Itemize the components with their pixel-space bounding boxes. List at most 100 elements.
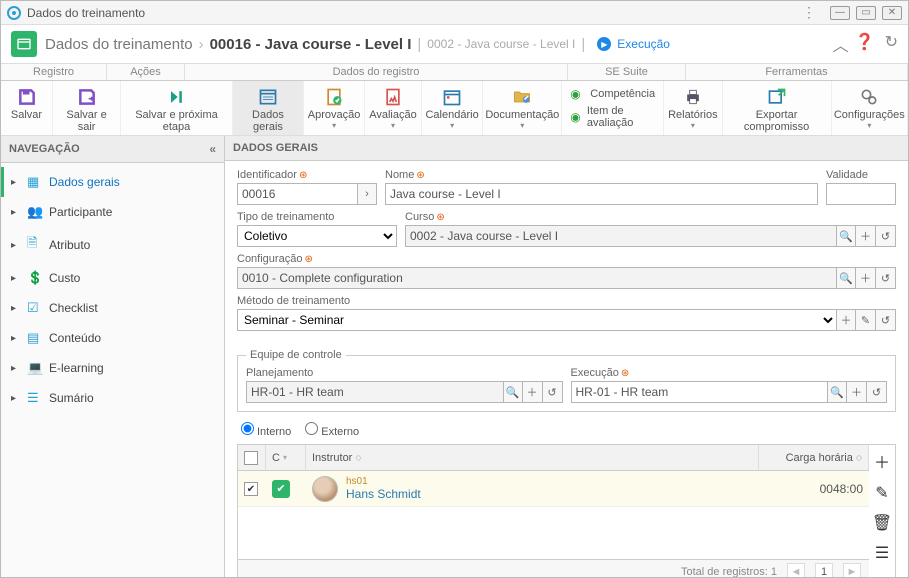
calendar-button[interactable]: Calendário ▾ xyxy=(422,81,484,135)
tipo-select[interactable]: Coletivo xyxy=(237,225,397,247)
edit-row-icon[interactable]: ✎ xyxy=(875,483,888,503)
breadcrumb-sub[interactable]: 0002 - Java course - Level I xyxy=(427,37,575,51)
radio-interno-input[interactable] xyxy=(241,422,254,435)
documentation-button[interactable]: Documentação ▾ xyxy=(483,81,562,135)
clear-icon[interactable]: ↺ xyxy=(867,381,887,403)
identificador-input[interactable]: 00016 xyxy=(237,183,357,205)
export-button[interactable]: Exportar compromisso xyxy=(723,81,832,135)
more-icon[interactable]: ⋮ xyxy=(802,4,816,21)
row-checkbox[interactable]: ✔ xyxy=(244,482,258,496)
curso-input[interactable]: 0002 - Java course - Level I xyxy=(405,225,836,247)
clear-icon[interactable]: ↺ xyxy=(876,267,896,289)
prev-page-button[interactable]: ◄ xyxy=(787,563,805,578)
validade-input[interactable] xyxy=(826,183,896,205)
clear-icon[interactable]: ↺ xyxy=(876,225,896,247)
add-row-icon[interactable]: ＋ xyxy=(874,449,890,473)
add-icon[interactable]: ＋ xyxy=(836,309,856,331)
col-instrutor[interactable]: Instrutor ◇ xyxy=(306,445,759,470)
radio-interno[interactable]: Interno xyxy=(241,422,291,438)
chevron-down-icon: ▾ xyxy=(520,121,524,130)
add-icon[interactable]: ＋ xyxy=(523,381,543,403)
close-button[interactable]: ✕ xyxy=(882,6,902,20)
save-exit-icon xyxy=(77,85,97,109)
table-row[interactable]: ✔ ✔ hs01 Hans Schmidt 0048:00 xyxy=(238,471,869,507)
minimize-button[interactable]: — xyxy=(830,6,850,20)
body: NAVEGAÇÃO « ▸▦Dados gerais ▸👥Participant… xyxy=(1,136,908,577)
next-page-button[interactable]: ► xyxy=(843,563,861,578)
col-c[interactable]: C ▾ xyxy=(266,445,306,470)
identificador-next-button[interactable]: › xyxy=(357,183,377,205)
maximize-button[interactable]: ▭ xyxy=(856,6,876,20)
titlebar: Dados do treinamento ⋮ — ▭ ✕ xyxy=(1,1,908,25)
radio-externo-input[interactable] xyxy=(305,422,318,435)
ribbon-group-labels: Registro Ações Dados do registro SE Suit… xyxy=(1,64,908,81)
field-curso: Curso⊛ 0002 - Java course - Level I 🔍 ＋ … xyxy=(405,211,896,247)
approval-button[interactable]: Aprovação ▾ xyxy=(304,81,365,135)
nav-custo[interactable]: ▸💲Custo xyxy=(1,263,224,293)
total-records: Total de registros: 1 xyxy=(681,566,777,578)
refresh-icon[interactable]: ↻ xyxy=(885,32,898,56)
nav-checklist[interactable]: ▸☑Checklist xyxy=(1,293,224,323)
page-number[interactable]: 1 xyxy=(815,563,833,578)
clear-icon[interactable]: ↺ xyxy=(876,309,896,331)
clear-icon[interactable]: ↺ xyxy=(543,381,563,403)
metodo-select[interactable]: Seminar - Seminar xyxy=(237,309,836,331)
execucao-input[interactable]: HR-01 - HR team xyxy=(571,381,828,403)
collapse-up-icon[interactable]: ︿ xyxy=(833,32,845,56)
help-icon[interactable]: ❓ xyxy=(855,32,875,56)
group-dados: Dados do registro xyxy=(185,64,568,80)
breadcrumb-record[interactable]: 00016 - Java course - Level I xyxy=(210,36,412,53)
elearning-icon: 💻 xyxy=(27,360,43,376)
competencia-button[interactable]: ◉Competência xyxy=(570,87,655,101)
legend-equipe: Equipe de controle xyxy=(246,349,346,361)
nome-input[interactable]: Java course - Level I xyxy=(385,183,818,205)
chevron-down-icon: ▾ xyxy=(691,121,695,130)
main-panel: DADOS GERAIS Identificador⊛ 00016 › Nome… xyxy=(225,136,908,577)
nav-list: ▸▦Dados gerais ▸👥Participante ▸🗎Atributo… xyxy=(1,163,224,417)
nav-atributo[interactable]: ▸🗎Atributo xyxy=(1,227,224,263)
nav-title: NAVEGAÇÃO xyxy=(9,143,80,155)
save-button[interactable]: Salvar xyxy=(1,81,53,135)
save-exit-button[interactable]: Salvar e sair xyxy=(53,81,121,135)
add-icon[interactable]: ＋ xyxy=(856,225,876,247)
delete-row-icon[interactable]: 🗑 xyxy=(872,513,892,533)
settings-button[interactable]: Configurações ▾ xyxy=(832,81,908,135)
nav-participante[interactable]: ▸👥Participante xyxy=(1,197,224,227)
next-icon xyxy=(166,85,186,109)
config-input[interactable]: 0010 - Complete configuration xyxy=(237,267,836,289)
edit-icon[interactable]: ✎ xyxy=(856,309,876,331)
search-icon[interactable]: 🔍 xyxy=(503,381,523,403)
select-all-checkbox[interactable] xyxy=(244,451,258,465)
sort-icon: ◇ xyxy=(355,453,361,462)
nav-conteudo[interactable]: ▸▤Conteúdo xyxy=(1,323,224,353)
group-acoes: Ações xyxy=(107,64,185,80)
collapse-nav-icon[interactable]: « xyxy=(209,142,216,156)
execution-link[interactable]: Execução xyxy=(617,37,670,51)
label-metodo: Método de treinamento xyxy=(237,295,896,307)
general-data-button[interactable]: Dados gerais xyxy=(233,81,304,135)
evaluation-button[interactable]: Avaliação ▾ xyxy=(365,81,422,135)
instructor-name[interactable]: Hans Schmidt xyxy=(346,487,421,501)
add-icon[interactable]: ＋ xyxy=(847,381,867,403)
toolbar: Salvar Salvar e sair Salvar e próxima et… xyxy=(1,81,908,136)
radio-externo[interactable]: Externo xyxy=(305,422,359,438)
planejamento-input[interactable]: HR-01 - HR team xyxy=(246,381,503,403)
required-icon: ⊛ xyxy=(416,170,424,181)
reports-button[interactable]: Relatórios ▾ xyxy=(664,81,722,135)
breadcrumb-module[interactable]: Dados do treinamento xyxy=(45,36,193,53)
nav-dados-gerais[interactable]: ▸▦Dados gerais xyxy=(1,167,224,197)
add-icon[interactable]: ＋ xyxy=(856,267,876,289)
list-icon[interactable]: ☰ xyxy=(875,543,889,563)
search-icon[interactable]: 🔍 xyxy=(836,225,856,247)
refresh-grid-icon[interactable]: ↻ xyxy=(875,573,888,577)
nav-sumario[interactable]: ▸☰Sumário xyxy=(1,383,224,413)
search-icon[interactable]: 🔍 xyxy=(836,267,856,289)
people-icon: 👥 xyxy=(27,204,43,220)
play-icon[interactable]: ▶ xyxy=(597,37,611,51)
item-avaliacao-button[interactable]: ◉Item de avaliação xyxy=(570,105,655,129)
search-icon[interactable]: 🔍 xyxy=(827,381,847,403)
form-icon: ▦ xyxy=(27,174,43,190)
nav-elearning[interactable]: ▸💻E-learning xyxy=(1,353,224,383)
save-next-button[interactable]: Salvar e próxima etapa xyxy=(121,81,233,135)
col-carga[interactable]: Carga horária ◇ xyxy=(759,445,869,470)
